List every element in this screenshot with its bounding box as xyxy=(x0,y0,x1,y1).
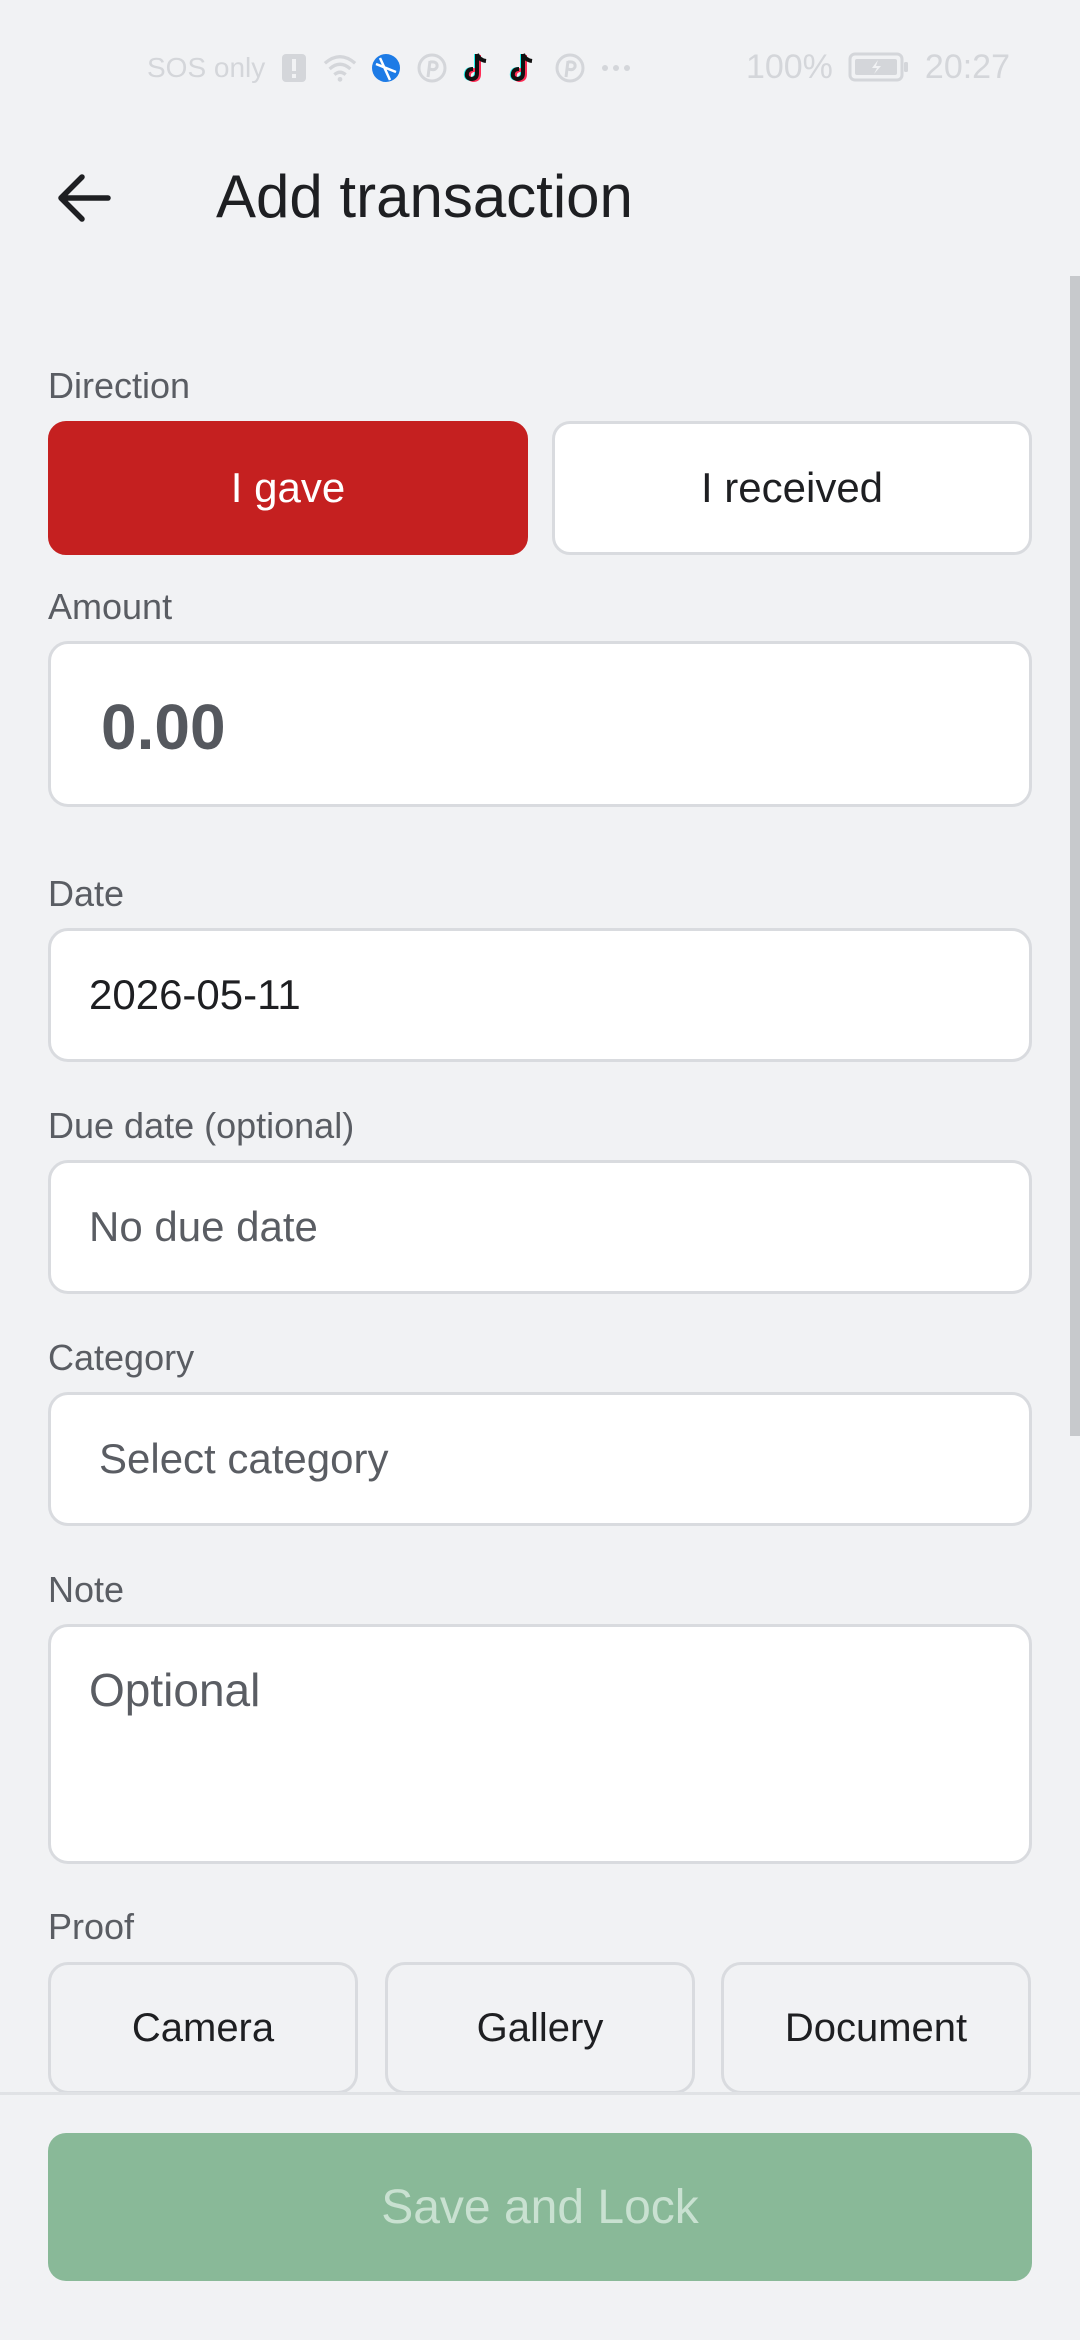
page-title: Add transaction xyxy=(216,163,633,230)
due-date-field[interactable]: No due date xyxy=(48,1160,1032,1294)
date-value: 2026-05-11 xyxy=(89,971,301,1018)
clock: 20:27 xyxy=(924,47,1010,86)
category-placeholder: Select category xyxy=(99,1435,389,1482)
direction-label: Direction xyxy=(48,365,191,406)
more-dots-icon xyxy=(599,51,633,85)
due-date-placeholder: No due date xyxy=(89,1203,318,1250)
tiktok-icon xyxy=(461,51,495,85)
pinterest-icon xyxy=(415,51,449,85)
battery-icon xyxy=(847,50,911,84)
gallery-button[interactable]: Gallery xyxy=(385,1962,695,2094)
amount-field[interactable]: 0.00 xyxy=(48,641,1032,807)
carrier-text: SOS only xyxy=(147,52,266,83)
pinterest-icon xyxy=(553,51,587,85)
note-placeholder: Optional xyxy=(89,1664,261,1716)
i-gave-button[interactable]: I gave xyxy=(48,421,528,555)
amount-label: Amount xyxy=(48,586,173,627)
bottom-action-bar: Save and Lock xyxy=(0,2092,1080,2340)
scrollbar[interactable] xyxy=(1070,276,1080,1436)
date-field[interactable]: 2026-05-11 xyxy=(48,928,1032,1062)
camera-button[interactable]: Camera xyxy=(48,1962,358,2094)
tiktok-icon xyxy=(507,51,541,85)
battery-percent: 100% xyxy=(745,47,833,86)
category-select[interactable]: Select category xyxy=(48,1392,1032,1526)
screen: SOS only 100% 20:27 Add transaction Dire… xyxy=(0,0,1080,2340)
amount-value: 0.00 xyxy=(101,691,226,763)
arrow-left-icon xyxy=(58,174,111,222)
note-textarea[interactable]: Optional xyxy=(48,1624,1032,1864)
alert-icon xyxy=(277,51,311,85)
proof-label: Proof xyxy=(48,1906,135,1947)
top-app-bar: Add transaction xyxy=(0,132,1080,262)
wifi-icon xyxy=(323,51,357,85)
back-button[interactable] xyxy=(40,158,128,238)
status-bar: SOS only 100% 20:27 xyxy=(0,0,1080,132)
status-right: 100% 20:27 xyxy=(746,46,1010,88)
category-label: Category xyxy=(48,1337,195,1378)
status-left: SOS only xyxy=(147,48,633,88)
date-label: Date xyxy=(48,873,125,914)
vpn-globe-icon xyxy=(369,51,403,85)
note-label: Note xyxy=(48,1569,125,1610)
due-date-label: Due date (optional) xyxy=(48,1105,355,1146)
save-and-lock-button[interactable]: Save and Lock xyxy=(48,2133,1032,2281)
i-received-button[interactable]: I received xyxy=(552,421,1032,555)
document-button[interactable]: Document xyxy=(721,1962,1031,2094)
